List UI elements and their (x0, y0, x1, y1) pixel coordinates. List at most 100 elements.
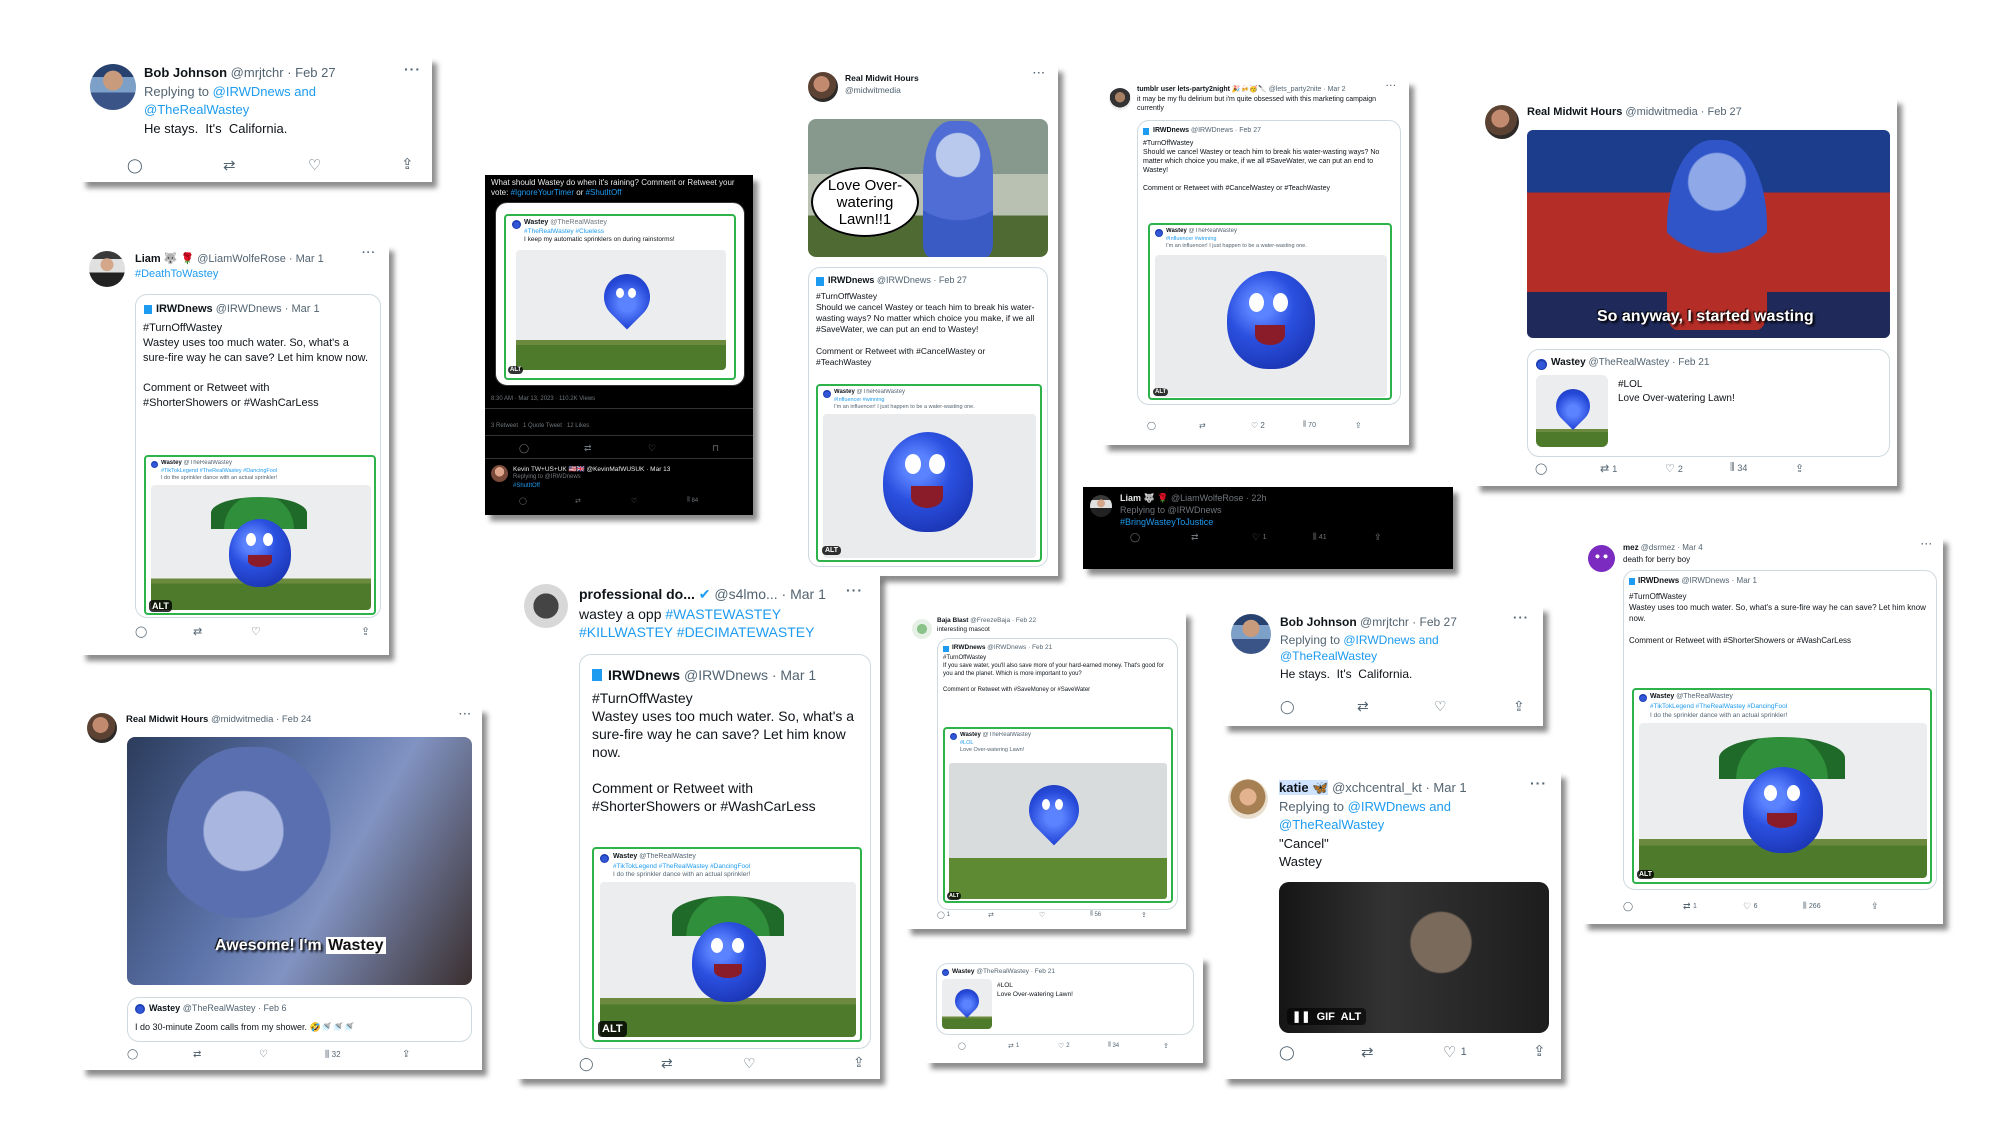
hashtags[interactable]: #Influencer #winning (1166, 236, 1216, 242)
tweet-liam-justice-dark[interactable]: Liam 🐺 🌹 @LiamWolfeRose · 22h Replying t… (1083, 487, 1453, 569)
share-icon[interactable]: ⇪ (1533, 1042, 1546, 1060)
like-icon[interactable]: ♡ 2 (1251, 421, 1265, 430)
hashtag-bring-wastey-to-justice[interactable]: #BringWasteyToJustice (1120, 517, 1213, 527)
tweet-liam-death-to-wastey[interactable]: Liam 🐺 🌹 @LiamWolfeRose · Mar 1 #DeathTo… (81, 245, 389, 655)
hashtag-death-to-wastey[interactable]: #DeathToWastey (135, 268, 218, 280)
more-options-icon[interactable]: ··· (362, 247, 376, 259)
avatar[interactable] (1485, 105, 1519, 139)
quoted-tweet[interactable]: Wastey @TheRealWastey · Feb 6 I do 30-mi… (127, 997, 472, 1042)
tweet-baja-blast[interactable]: Baja Blast @FreezeBaja · Feb 22 interest… (906, 611, 1186, 929)
alt-badge[interactable]: ALT (947, 892, 962, 900)
author-name[interactable]: katie 🦋 (1279, 780, 1329, 795)
like-icon[interactable]: ♡ (631, 497, 637, 505)
hashtag-waste-wastey[interactable]: #WASTEWASTEY (665, 606, 781, 622)
share-icon[interactable]: ⇪ (1141, 911, 1147, 919)
more-options-icon[interactable]: ··· (1386, 81, 1397, 90)
share-icon[interactable]: ⇪ (401, 155, 414, 173)
quoted-tweet[interactable]: Wastey @TheRealWastey #TheRealWastey #Cl… (495, 202, 745, 386)
avatar[interactable] (87, 713, 117, 743)
tweet-katie-cancel[interactable]: katie 🦋 @xchcentral_kt · Mar 1 ··· Reply… (1223, 772, 1561, 1079)
more-options-icon[interactable]: ··· (404, 61, 421, 77)
alt-badge[interactable]: ALT (149, 600, 172, 612)
share-icon[interactable]: ⇪ (1513, 698, 1525, 715)
avatar[interactable] (491, 465, 508, 482)
wastey-sprinkler-image[interactable] (516, 250, 726, 370)
author-name[interactable]: Real Midwit Hours (1527, 106, 1622, 118)
hashtag-shut-it-off[interactable]: #ShutItOff (513, 483, 540, 489)
more-options-icon[interactable]: ··· (459, 709, 472, 720)
reply-mention-2[interactable]: @TheRealWastey (1280, 649, 1377, 663)
bookmark-icon[interactable]: ⊓ (712, 443, 719, 454)
more-options-icon[interactable]: ··· (1033, 68, 1046, 79)
quoted-tweet[interactable]: IRWDnews @IRWDnews · Mar 1 #TurnOffWaste… (579, 654, 871, 1049)
avatar[interactable] (524, 584, 568, 628)
views-icon[interactable]: ⫼ 70 (1303, 421, 1316, 429)
alt-badge[interactable]: ALT (1341, 1011, 1362, 1023)
reply-mention[interactable]: @IRWDnews and (1343, 633, 1438, 647)
alt-badge[interactable]: ALT (1637, 870, 1655, 879)
views-icon[interactable]: ⫼ 34 (1730, 462, 1747, 473)
tweet-bob-johnson-1[interactable]: Bob Johnson @mrjtchr · Feb 27 ··· Replyi… (81, 57, 432, 182)
reply-icon[interactable]: ◯ (1535, 462, 1547, 475)
retweet-icon[interactable]: ⇄ (193, 625, 202, 638)
avatar[interactable] (1228, 779, 1268, 819)
hashtags[interactable]: #LOL (960, 740, 973, 746)
views-icon[interactable]: ⫼ 266 (1803, 901, 1821, 911)
author-name[interactable]: Liam 🐺 🌹 (1120, 493, 1168, 503)
reply-icon[interactable]: ◯ (1147, 421, 1156, 430)
more-options-icon[interactable]: ··· (1921, 539, 1933, 549)
wastey-sprinkler-dance-image[interactable] (600, 882, 856, 1037)
quoted-tweet[interactable]: IRWDnews @IRWDnews · Feb 27 #TurnOffWast… (808, 267, 1048, 567)
share-icon[interactable]: ⇪ (853, 1054, 865, 1071)
reply-mention-2[interactable]: @TheRealWastey (1279, 817, 1384, 832)
reply-author[interactable]: Kevin TW+US+UK 🇺🇸🇬🇧 @KevinMafWUSUK · Mar… (513, 466, 670, 473)
reply-icon[interactable]: ◯ (1130, 532, 1140, 543)
like-icon[interactable]: ♡ (1434, 698, 1447, 715)
like-icon[interactable]: ♡ (743, 1055, 756, 1072)
avatar[interactable] (808, 72, 838, 102)
alt-badge[interactable]: ALT (822, 546, 842, 555)
alt-badge[interactable]: ALT (508, 366, 524, 374)
like-icon[interactable]: ♡ (648, 443, 656, 454)
retweet-icon[interactable]: ⇄ (223, 156, 236, 174)
reply-icon[interactable]: ◯ (1623, 901, 1633, 912)
reply-mention-2[interactable]: @TheRealWastey (144, 102, 249, 117)
like-icon[interactable]: ♡ 2 (1665, 462, 1683, 475)
author-name[interactable]: Liam 🐺 🌹 (135, 253, 194, 265)
share-icon[interactable]: ⇪ (1163, 1042, 1169, 1050)
views-icon[interactable]: ⫼ 32 (325, 1049, 341, 1060)
avatar[interactable] (1588, 545, 1615, 572)
share-icon[interactable]: ⇪ (1374, 532, 1382, 543)
hashtag-kill-decimate[interactable]: #KILLWASTEY #DECIMATEWASTEY (579, 624, 814, 640)
wastey-sprinkler-dance-image[interactable] (151, 485, 371, 610)
retweet-icon[interactable]: ⇄ 1 (1600, 462, 1617, 475)
reply-icon[interactable]: ◯ (127, 1049, 138, 1060)
like-icon[interactable]: ♡ (259, 1049, 268, 1060)
more-options-icon[interactable]: ··· (846, 582, 863, 598)
tweet-professional-wastey-opp[interactable]: professional do... ✔ @s4lmo... · Mar 1 ·… (516, 574, 880, 1079)
wastey-lawn-image[interactable] (949, 763, 1167, 899)
retweet-icon[interactable]: ⇄ (1191, 532, 1199, 543)
share-icon[interactable]: ⇪ (1795, 462, 1804, 475)
alt-badge[interactable]: ALT (1153, 388, 1169, 396)
retweet-icon[interactable]: ⇄ (584, 443, 592, 454)
like-icon[interactable]: ♡ 1 (1443, 1043, 1467, 1061)
avatar[interactable] (1109, 88, 1131, 110)
hashtags[interactable]: #Influencer #winning (834, 397, 884, 403)
danny-devito-gif[interactable]: So anyway, I started wasting (1527, 130, 1890, 338)
views-icon[interactable]: ⫼ 56 (1090, 911, 1101, 918)
avatar[interactable] (89, 251, 125, 287)
reply-icon[interactable]: ◯ (127, 157, 143, 174)
author-name[interactable]: mez (1623, 543, 1639, 552)
hashtags[interactable]: #TikTokLegend #TheRealWastey #DancingFoo… (1650, 703, 1787, 710)
retweet-icon[interactable]: ⇄ (661, 1055, 673, 1072)
hashtags[interactable]: #TheRealWastey #Clueless (524, 228, 604, 235)
reply-icon[interactable]: ◯ 1 (937, 911, 950, 919)
tweet-mez-death-for-berry-boy[interactable]: mez @dsrmez · Mar 4 death for berry boy … (1583, 537, 1943, 924)
tweet-dark-raining-poll[interactable]: What should Wastey do when it's raining?… (485, 175, 753, 515)
reply-icon[interactable]: ◯ (1279, 1044, 1295, 1061)
reply-icon[interactable]: ◯ (1280, 699, 1295, 715)
quoted-tweet[interactable]: IRWDnews @IRWDnews · Feb 21 #TurnOffWast… (937, 638, 1178, 910)
like-icon[interactable]: ♡ (308, 156, 321, 174)
more-options-icon[interactable]: ··· (1530, 775, 1547, 791)
